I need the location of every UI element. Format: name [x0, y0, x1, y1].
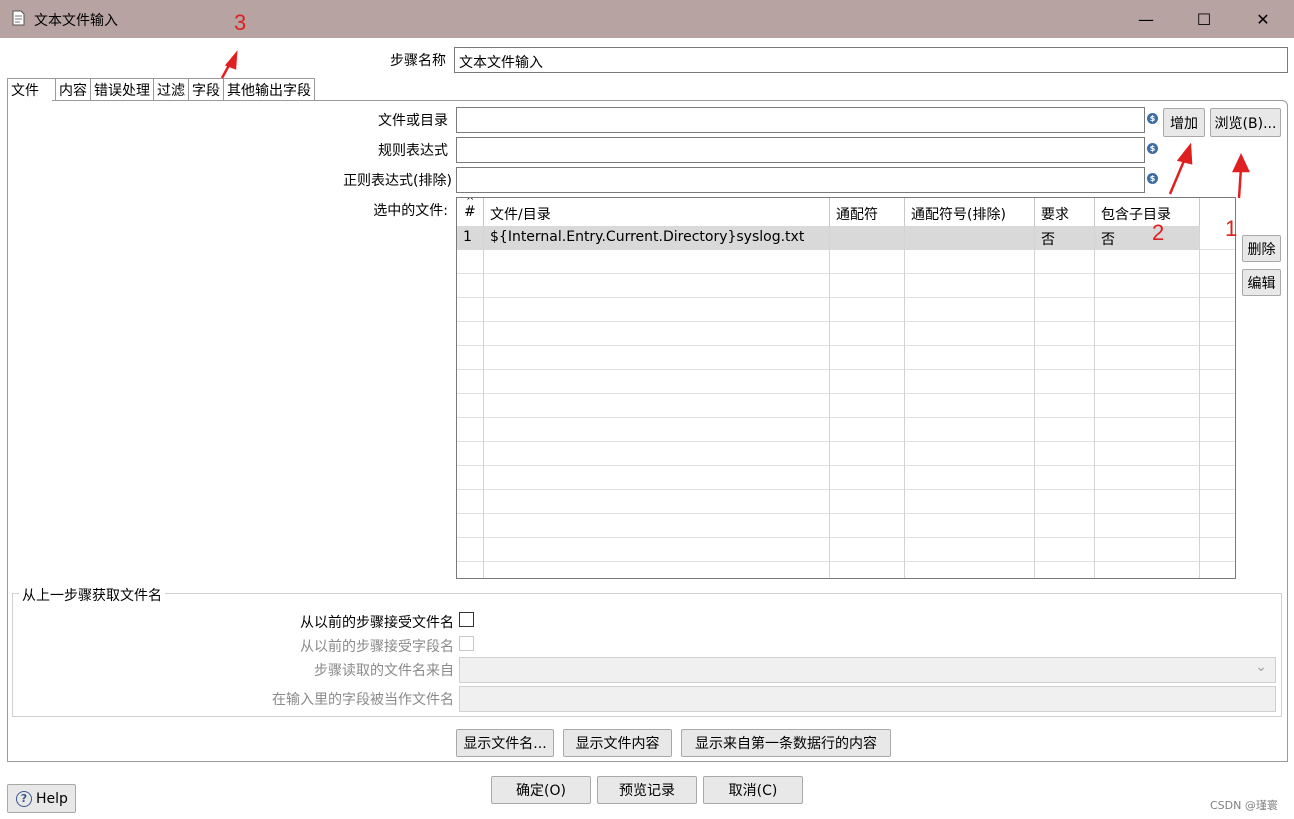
arrowhead-3 — [224, 50, 238, 70]
accept-field-checkbox[interactable] — [459, 636, 474, 651]
minimize-button[interactable]: — — [1117, 0, 1175, 38]
add-button[interactable]: 增加 — [1163, 108, 1205, 137]
tab-content[interactable]: 内容 — [56, 78, 91, 100]
table-empty-row — [457, 490, 1235, 514]
show-file-content-button[interactable]: 显示文件内容 — [563, 729, 672, 757]
document-icon — [12, 10, 25, 26]
table-empty-row — [457, 394, 1235, 418]
tab-error-handling[interactable]: 错误处理 — [91, 78, 154, 100]
table-empty-row — [457, 346, 1235, 370]
table-cell-required[interactable]: 否 — [1035, 226, 1095, 250]
chevron-down-icon: ⌄ — [1255, 659, 1267, 675]
column-header-wildcard-exclude[interactable]: 通配符号(排除) — [905, 198, 1035, 226]
variable-icon: $ — [1147, 113, 1158, 124]
table-empty-row — [457, 298, 1235, 322]
arrow-line-3 — [220, 57, 235, 79]
cancel-button[interactable]: 取消(C) — [703, 776, 803, 804]
table-empty-row — [457, 538, 1235, 562]
accept-filenames-checkbox[interactable] — [459, 612, 474, 627]
active-tab-gap — [8, 99, 52, 101]
table-cell-wildcard-exclude[interactable] — [905, 226, 1035, 250]
variable-icon: $ — [1147, 143, 1158, 154]
table-row[interactable]: 1 ${Internal.Entry.Current.Directory}sys… — [457, 226, 1235, 250]
group-title: 从上一步骤获取文件名 — [19, 585, 165, 605]
regex-input[interactable] — [456, 137, 1145, 163]
show-first-row-content-button[interactable]: 显示来自第一条数据行的内容 — [681, 729, 891, 757]
help-button[interactable]: ? Help — [7, 784, 76, 813]
tab-bar: 文件 内容 错误处理 过滤 字段 其他输出字段 — [7, 78, 315, 100]
help-icon: ? — [16, 790, 32, 807]
table-empty-row — [457, 250, 1235, 274]
title-bar — [0, 0, 1294, 38]
table-cell-wildcard[interactable] — [830, 226, 905, 250]
tab-filter[interactable]: 过滤 — [154, 78, 189, 100]
window-title: 文本文件输入 — [34, 13, 118, 29]
table-empty-row — [457, 562, 1235, 578]
column-header-include-subfolders[interactable]: 包含子目录 — [1095, 198, 1200, 226]
table-empty-row — [457, 514, 1235, 538]
show-filenames-button[interactable]: 显示文件名... — [456, 729, 554, 757]
regex-exclude-label: 正则表达式(排除) — [343, 173, 452, 189]
table-empty-row — [457, 442, 1235, 466]
accept-field-label: 从以前的步骤接受字段名 — [300, 639, 454, 655]
edit-button[interactable]: 编辑 — [1242, 269, 1281, 296]
browse-button[interactable]: 浏览(B)... — [1210, 108, 1281, 137]
tab-additional-output-fields[interactable]: 其他输出字段 — [224, 78, 315, 100]
preview-button[interactable]: 预览记录 — [597, 776, 697, 804]
step-name-label: 步骤名称 — [390, 53, 446, 69]
table-cell-include-subfolders[interactable]: 否 — [1095, 226, 1200, 250]
table-empty-row — [457, 274, 1235, 298]
ok-button[interactable]: 确定(O) — [491, 776, 591, 804]
annotation-1: 1 — [1225, 216, 1238, 241]
tab-file[interactable]: 文件 — [7, 78, 56, 100]
read-from-step-label: 步骤读取的文件名来自 — [314, 663, 454, 679]
help-label: Help — [36, 790, 68, 807]
field-as-filename-input[interactable] — [459, 686, 1276, 712]
column-header-file[interactable]: 文件/目录 — [484, 198, 830, 226]
annotation-3: 3 — [234, 10, 247, 35]
maximize-button[interactable]: ☐ — [1175, 0, 1233, 38]
sort-icon: ^ — [466, 197, 475, 207]
column-header-required[interactable]: 要求 — [1035, 198, 1095, 226]
tab-fields[interactable]: 字段 — [189, 78, 224, 100]
annotation-2: 2 — [1152, 220, 1165, 245]
column-header-index[interactable]: ^ # — [457, 198, 484, 226]
accept-filenames-label: 从以前的步骤接受文件名 — [300, 615, 454, 631]
regex-label: 规则表达式 — [378, 143, 448, 159]
delete-button[interactable]: 删除 — [1242, 235, 1281, 262]
file-or-dir-input[interactable] — [456, 107, 1145, 133]
close-button[interactable]: ✕ — [1234, 0, 1292, 38]
field-as-filename-label: 在输入里的字段被当作文件名 — [272, 692, 454, 708]
table-header: ^ # 文件/目录 通配符 通配符号(排除) 要求 包含子目录 — [457, 198, 1235, 226]
regex-exclude-input[interactable] — [456, 167, 1145, 193]
table-empty-row — [457, 370, 1235, 394]
file-or-dir-label: 文件或目录 — [378, 113, 448, 129]
table-cell-file[interactable]: ${Internal.Entry.Current.Directory}syslo… — [484, 226, 830, 250]
table-empty-row — [457, 466, 1235, 490]
table-empty-row — [457, 322, 1235, 346]
watermark: CSDN @瑾寰 — [1210, 799, 1278, 812]
selected-files-table: ^ # 文件/目录 通配符 通配符号(排除) 要求 包含子目录 1 ${Inte… — [456, 197, 1236, 579]
table-empty-row — [457, 418, 1235, 442]
table-cell-index: 1 — [457, 226, 484, 250]
read-from-step-dropdown[interactable]: ⌄ — [459, 657, 1276, 683]
step-name-input[interactable]: 文本文件输入 — [454, 47, 1288, 73]
variable-icon: $ — [1147, 173, 1158, 184]
selected-files-label: 选中的文件: — [373, 203, 448, 219]
column-header-wildcard[interactable]: 通配符 — [830, 198, 905, 226]
